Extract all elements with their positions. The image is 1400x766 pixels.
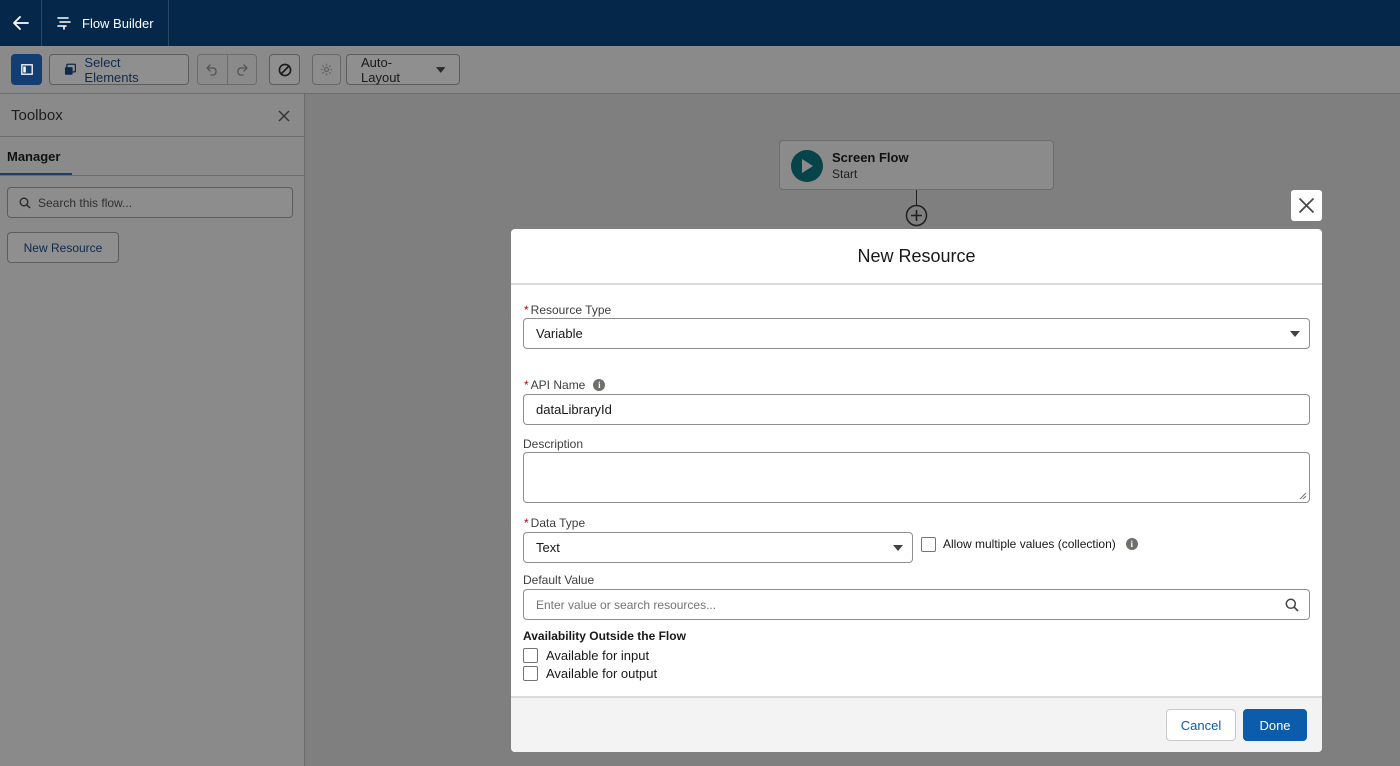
close-icon	[278, 110, 290, 122]
toggle-toolbox-button[interactable]	[11, 54, 42, 85]
undo-redo-group	[197, 54, 257, 85]
allow-multiple-label-text: Allow multiple values (collection)	[943, 537, 1116, 551]
description-textarea[interactable]	[523, 452, 1310, 503]
select-elements-button[interactable]: Select Elements	[49, 54, 189, 85]
data-type-label: * Data Type	[524, 516, 585, 530]
info-icon[interactable]: i	[1125, 538, 1138, 550]
allow-multiple-checkbox[interactable]	[921, 537, 936, 552]
layout-mode-value: Auto-Layout	[361, 54, 401, 85]
new-resource-modal: New Resource * Resource Type Variable * …	[511, 229, 1322, 752]
api-name-label: * API Name i	[524, 378, 606, 392]
play-icon	[802, 159, 813, 173]
settings-gear-icon	[320, 63, 333, 76]
undo-icon	[206, 63, 217, 76]
settings-button[interactable]	[312, 54, 341, 85]
back-button[interactable]	[0, 0, 42, 46]
start-node-subtitle: Start	[832, 167, 858, 181]
back-arrow-icon	[12, 16, 29, 30]
allow-multiple-label: Allow multiple values (collection) i	[943, 537, 1138, 551]
api-name-input[interactable]: dataLibraryId	[523, 394, 1310, 425]
search-icon	[19, 197, 31, 209]
description-label-text: Description	[523, 437, 584, 451]
app-title-area: Flow Builder	[42, 0, 169, 46]
debug-button[interactable]	[269, 54, 300, 85]
default-value-placeholder: Enter value or search resources...	[536, 597, 717, 612]
chevron-down-icon	[435, 66, 445, 73]
debug-block-icon	[278, 63, 291, 76]
chevron-down-icon	[893, 545, 903, 551]
resize-handle-icon[interactable]	[1299, 492, 1307, 500]
available-for-input-label: Available for input	[546, 648, 650, 663]
available-for-output-checkbox[interactable]	[523, 666, 538, 681]
divider	[0, 136, 304, 137]
data-type-label-text: Data Type	[530, 516, 586, 530]
toolbar: Select Elements Auto-Layout Ru	[0, 46, 1400, 131]
add-element-button[interactable]	[905, 204, 928, 230]
modal-title: New Resource	[511, 229, 1322, 285]
chevron-down-icon	[1290, 331, 1300, 337]
new-resource-button[interactable]: New Resource	[7, 232, 119, 263]
search-placeholder: Search this flow...	[38, 195, 133, 210]
data-type-value: Text	[536, 540, 560, 555]
cancel-button[interactable]: Cancel	[1166, 709, 1236, 741]
divider	[0, 175, 304, 176]
start-node-title: Screen Flow	[832, 150, 909, 165]
flow-builder-icon	[57, 17, 71, 30]
resource-type-select[interactable]: Variable	[523, 318, 1310, 349]
default-value-label-text: Default Value	[523, 573, 595, 587]
app-title: Flow Builder	[82, 15, 154, 31]
available-for-output-label: Available for output	[546, 666, 658, 681]
done-button[interactable]: Done	[1243, 709, 1307, 741]
required-marker: *	[524, 378, 529, 392]
data-type-select[interactable]: Text	[523, 532, 913, 563]
select-elements-label: Select Elements	[84, 54, 139, 85]
search-flow-input[interactable]: Search this flow...	[7, 187, 293, 218]
required-marker: *	[524, 303, 529, 317]
start-node-icon	[791, 150, 823, 182]
api-name-label-text: API Name	[530, 378, 586, 392]
toolbox-close-button[interactable]	[278, 110, 290, 125]
redo-button[interactable]	[226, 55, 256, 84]
close-icon	[1298, 197, 1315, 214]
toolbox-panel: Toolbox Manager Search this flow... New …	[0, 94, 305, 766]
default-value-label: Default Value	[523, 573, 594, 587]
start-node[interactable]: Screen Flow Start	[779, 140, 1054, 190]
resource-type-label: * Resource Type	[524, 303, 611, 317]
search-icon	[1285, 598, 1299, 612]
available-for-input-checkbox[interactable]	[523, 648, 538, 663]
select-elements-icon	[64, 63, 77, 75]
redo-icon	[237, 63, 249, 76]
resource-type-value: Variable	[536, 326, 583, 341]
default-value-input[interactable]: Enter value or search resources...	[523, 589, 1310, 620]
app-header: Flow Builder	[0, 0, 1400, 46]
add-circle-icon	[905, 204, 928, 227]
required-marker: *	[524, 516, 529, 530]
tab-manager[interactable]: Manager	[7, 149, 60, 164]
availability-section-title: Availability Outside the Flow	[523, 629, 686, 643]
info-icon[interactable]: i	[593, 379, 606, 391]
api-name-value: dataLibraryId	[536, 402, 612, 417]
description-label: Description	[523, 437, 583, 451]
layout-mode-select[interactable]: Auto-Layout	[346, 54, 460, 85]
modal-close-button[interactable]	[1291, 190, 1322, 221]
toggle-panel-icon	[20, 64, 33, 75]
undo-button[interactable]	[198, 55, 227, 84]
resource-type-label-text: Resource Type	[530, 303, 612, 317]
toolbox-title: Toolbox	[11, 107, 63, 124]
